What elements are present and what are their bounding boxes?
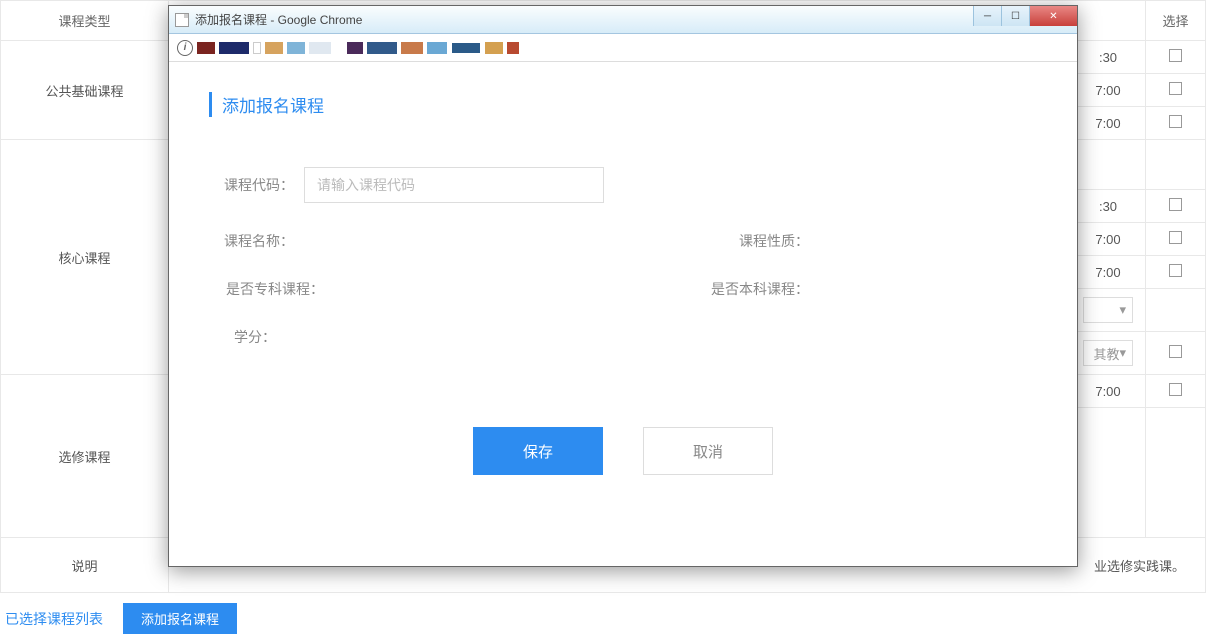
header-select: 选择 xyxy=(1146,1,1206,41)
is-junior-label: 是否专科课程： xyxy=(209,279,324,299)
info-icon[interactable]: i xyxy=(177,40,193,56)
modal-title: 添加报名课程 xyxy=(209,92,1037,117)
category-elective: 选修课程 xyxy=(1,375,169,538)
category-core: 核心课程 xyxy=(1,140,169,375)
time-cell: :30 xyxy=(1071,190,1146,223)
page-icon xyxy=(175,13,189,27)
add-course-button[interactable]: 添加报名课程 xyxy=(123,603,237,634)
checkbox-row[interactable] xyxy=(1169,115,1182,128)
time-cell: 7:00 xyxy=(1071,223,1146,256)
cancel-button[interactable]: 取消 xyxy=(643,427,773,475)
course-name-label: 课程名称： xyxy=(209,231,294,251)
checkbox-row[interactable] xyxy=(1169,345,1182,358)
category-public: 公共基础课程 xyxy=(1,41,169,140)
minimize-button[interactable]: ─ xyxy=(973,6,1001,26)
selected-course-list-label[interactable]: 已选择课程列表 xyxy=(0,609,103,629)
time-cell: 7:00 xyxy=(1071,107,1146,140)
dropdown[interactable]: ▾ xyxy=(1083,297,1133,323)
save-button[interactable]: 保存 xyxy=(473,427,603,475)
checkbox-row[interactable] xyxy=(1169,198,1182,211)
title-bar: 添加报名课程 - Google Chrome ─ ☐ ✕ xyxy=(169,6,1077,34)
modal-window: 添加报名课程 - Google Chrome ─ ☐ ✕ i 添加报名课程 xyxy=(168,5,1078,567)
checkbox-row[interactable] xyxy=(1169,231,1182,244)
address-bar: i xyxy=(169,34,1077,62)
time-cell: 7:00 xyxy=(1071,256,1146,289)
window-title: 添加报名课程 - Google Chrome xyxy=(195,11,362,28)
header-category: 课程类型 xyxy=(1,1,169,41)
address-blocks xyxy=(197,42,519,54)
course-code-label: 课程代码： xyxy=(209,175,294,195)
course-code-input[interactable] xyxy=(304,167,604,203)
time-cell: 7:00 xyxy=(1071,375,1146,408)
course-nature-label: 课程性质： xyxy=(709,231,809,251)
dropdown-teach[interactable]: 其教 ▾ xyxy=(1083,340,1133,366)
checkbox-row[interactable] xyxy=(1169,264,1182,277)
checkbox-row[interactable] xyxy=(1169,82,1182,95)
category-note: 说明 xyxy=(1,538,169,593)
credit-label: 学分： xyxy=(234,327,294,347)
maximize-button[interactable]: ☐ xyxy=(1001,6,1029,26)
time-cell: 7:00 xyxy=(1071,74,1146,107)
checkbox-row[interactable] xyxy=(1169,383,1182,396)
time-cell: :30 xyxy=(1071,41,1146,74)
checkbox-row[interactable] xyxy=(1169,49,1182,62)
bottom-bar: 已选择课程列表 添加报名课程 xyxy=(0,593,1206,644)
is-bachelor-label: 是否本科课程： xyxy=(679,279,809,299)
close-button[interactable]: ✕ xyxy=(1029,6,1077,26)
